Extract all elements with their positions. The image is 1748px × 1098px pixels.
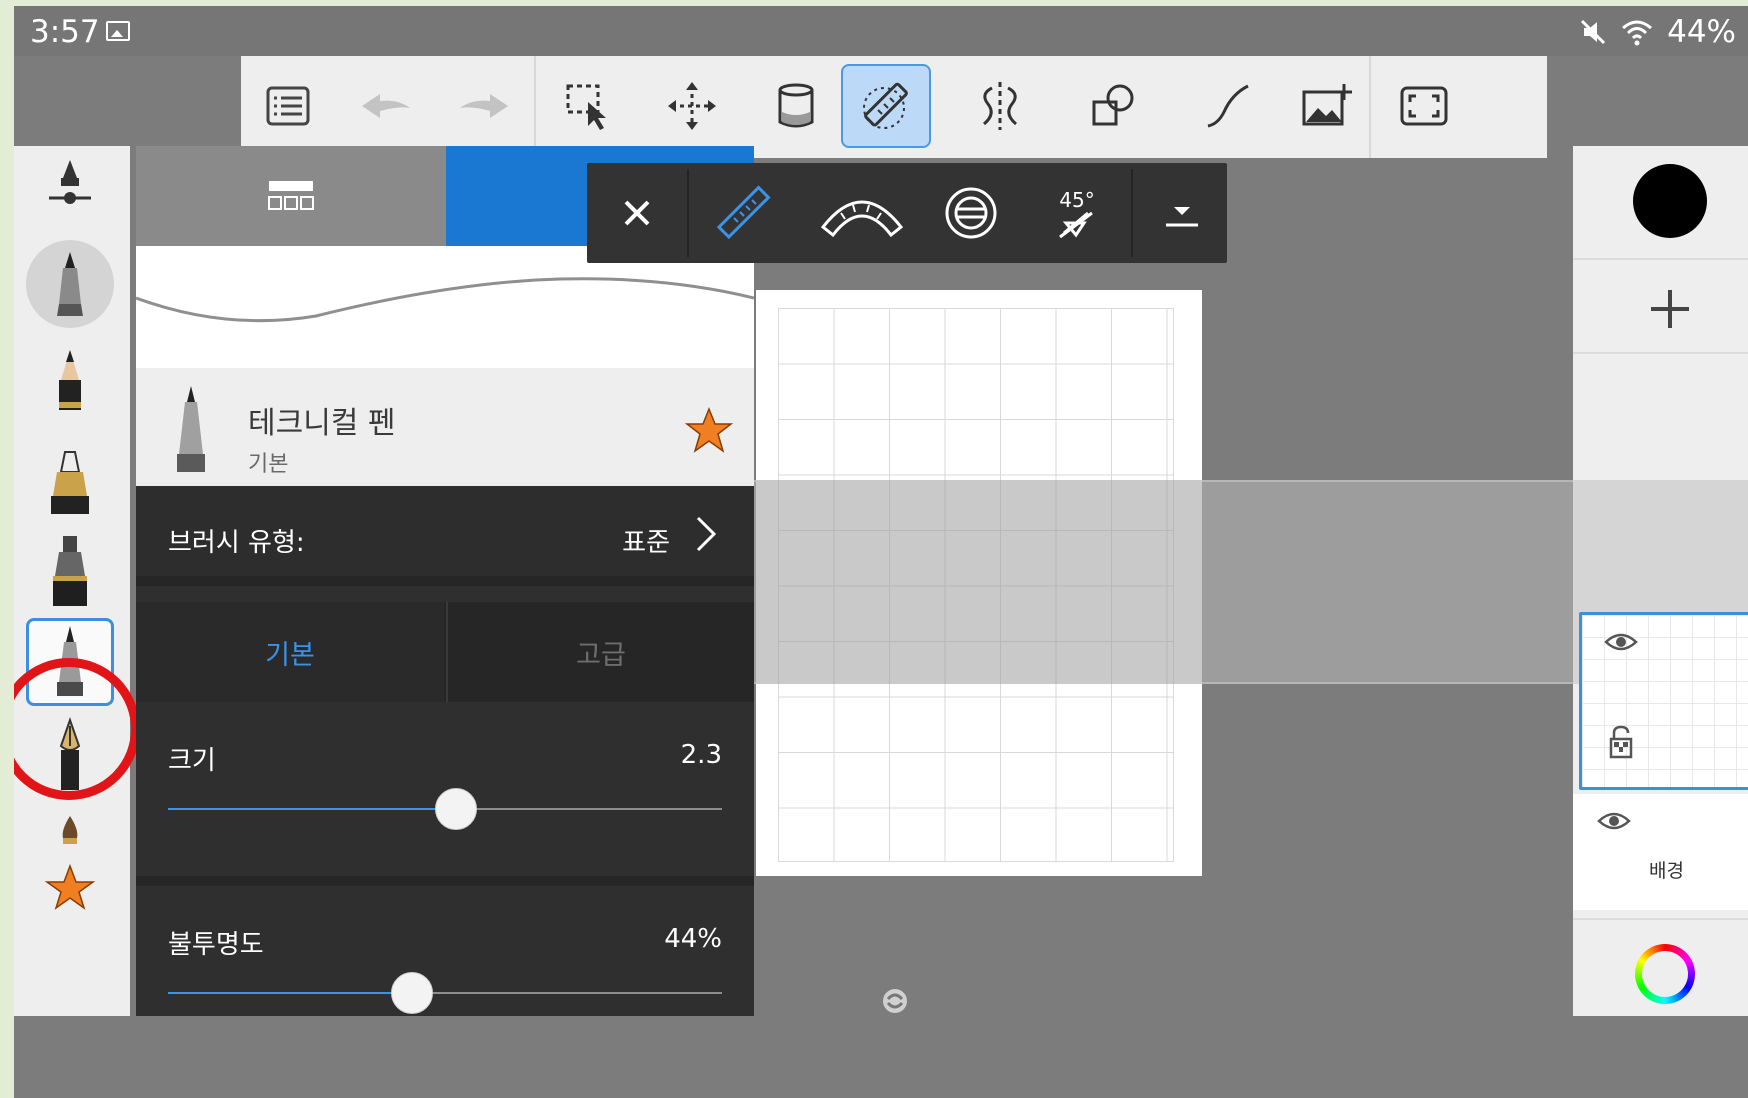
size-slider-knob[interactable] bbox=[435, 788, 478, 830]
grid-view-icon bbox=[268, 181, 314, 210]
brush-type-label: 브러시 유형: bbox=[168, 528, 305, 558]
tablet-frame: 3:57 44% 테크니컬 펜 기본 브러시 유형: 표준 기본 고급 크기 2… bbox=[14, 6, 1748, 1098]
brush-name: 테크니컬 펜 bbox=[248, 406, 396, 441]
brush-header: 테크니컬 펜 기본 bbox=[136, 368, 754, 486]
canvas-band-overlay bbox=[756, 480, 1202, 684]
selection-icon[interactable] bbox=[543, 64, 633, 148]
rail-divider bbox=[1573, 352, 1748, 354]
opacity-value: 44% bbox=[664, 924, 722, 954]
color-wheel-icon[interactable] bbox=[1635, 944, 1695, 1004]
move-icon[interactable] bbox=[647, 64, 737, 148]
status-bar: 3:57 44% bbox=[14, 6, 1748, 56]
shapes-icon[interactable] bbox=[1069, 64, 1159, 148]
brush-library-tab[interactable] bbox=[136, 146, 446, 246]
brush-size-adjust-icon[interactable] bbox=[26, 146, 114, 234]
collapse-icon[interactable] bbox=[1137, 163, 1227, 263]
brush-type-value: 표준 bbox=[622, 528, 670, 558]
brush-properties-panel: 테크니컬 펜 기본 브러시 유형: 표준 기본 고급 크기 2.3 불투명도 4… bbox=[136, 146, 754, 1016]
add-image-icon[interactable] bbox=[1281, 64, 1371, 148]
opacity-slider[interactable] bbox=[168, 972, 722, 1014]
alpha-lock-icon[interactable] bbox=[1608, 725, 1634, 759]
eye-icon[interactable] bbox=[1604, 631, 1638, 653]
ruler-icon[interactable] bbox=[841, 64, 931, 148]
app-screen: 3:57 44% 테크니컬 펜 기본 브러시 유형: 표준 기본 고급 크기 2… bbox=[0, 0, 1748, 1098]
redo-icon[interactable] bbox=[439, 64, 529, 148]
angle-label: 45° bbox=[1059, 188, 1094, 212]
pencil-brush-icon[interactable] bbox=[26, 340, 114, 428]
ruler-bar-divider bbox=[687, 169, 689, 257]
status-icons: 44% bbox=[1579, 14, 1736, 50]
fill-bucket-icon[interactable] bbox=[751, 64, 841, 148]
brush-rail bbox=[14, 146, 130, 1016]
ellipse-ruler-icon[interactable] bbox=[807, 163, 917, 263]
brush-type-row[interactable]: 브러시 유형: 표준 bbox=[136, 486, 754, 586]
tab-basic[interactable]: 기본 bbox=[136, 602, 444, 702]
stroke-preview bbox=[136, 246, 754, 368]
rail-divider bbox=[1573, 918, 1748, 920]
wifi-icon bbox=[1622, 20, 1653, 46]
angle-snap-icon[interactable]: 45° bbox=[1027, 163, 1127, 263]
marker-brush-icon[interactable] bbox=[26, 440, 114, 528]
battery-level: 44% bbox=[1667, 14, 1736, 50]
size-slider[interactable] bbox=[168, 788, 722, 830]
undo-icon[interactable] bbox=[341, 64, 431, 148]
opacity-slider-knob[interactable] bbox=[390, 972, 433, 1014]
french-curve-icon[interactable] bbox=[921, 163, 1021, 263]
brush-category: 기본 bbox=[248, 452, 289, 477]
layer-1-thumbnail[interactable] bbox=[1579, 612, 1748, 790]
ruler-bar-divider bbox=[1131, 169, 1133, 257]
rail-divider bbox=[1573, 258, 1748, 260]
status-time: 3:57 bbox=[30, 14, 100, 50]
curve-icon[interactable] bbox=[1183, 64, 1273, 148]
canvas-rotate-handle-icon[interactable] bbox=[880, 986, 910, 1016]
favorite-star-icon[interactable] bbox=[684, 406, 734, 456]
toolbar-divider bbox=[534, 56, 536, 158]
size-label: 크기 bbox=[168, 746, 216, 776]
size-slider-fill bbox=[168, 808, 457, 810]
straight-ruler-icon[interactable] bbox=[691, 163, 795, 263]
size-slider-row: 크기 2.3 bbox=[136, 702, 754, 868]
opacity-slider-fill bbox=[168, 992, 412, 994]
opacity-slider-row: 불투명도 44% bbox=[136, 876, 754, 1016]
settings-segmented-control: 기본 고급 bbox=[136, 602, 754, 702]
airbrush-icon[interactable] bbox=[26, 528, 114, 616]
size-value: 2.3 bbox=[680, 740, 722, 770]
background-layer-label: 배경 bbox=[1649, 860, 1684, 882]
tab-advanced[interactable]: 고급 bbox=[446, 602, 754, 702]
technical-pen-icon bbox=[177, 386, 205, 472]
toolbar-divider bbox=[1369, 56, 1371, 158]
ruler-tool-bar: 45° bbox=[587, 163, 1227, 263]
add-layer-icon[interactable] bbox=[1645, 284, 1695, 334]
layers-rail: 배경 bbox=[1573, 146, 1748, 1016]
main-toolbar bbox=[241, 56, 1547, 158]
close-icon[interactable] bbox=[587, 163, 687, 263]
opacity-label: 불투명도 bbox=[168, 930, 264, 960]
fullscreen-icon[interactable] bbox=[1379, 64, 1469, 148]
current-color-swatch[interactable] bbox=[1633, 164, 1707, 238]
pen-brush-icon[interactable] bbox=[26, 240, 114, 328]
chevron-right-icon bbox=[696, 516, 717, 552]
list-icon[interactable] bbox=[243, 64, 333, 148]
favorites-star-icon[interactable] bbox=[26, 846, 114, 934]
eye-icon[interactable] bbox=[1597, 810, 1631, 832]
gallery-icon bbox=[106, 21, 130, 41]
symmetry-icon[interactable] bbox=[955, 64, 1045, 148]
mute-icon bbox=[1581, 19, 1606, 45]
